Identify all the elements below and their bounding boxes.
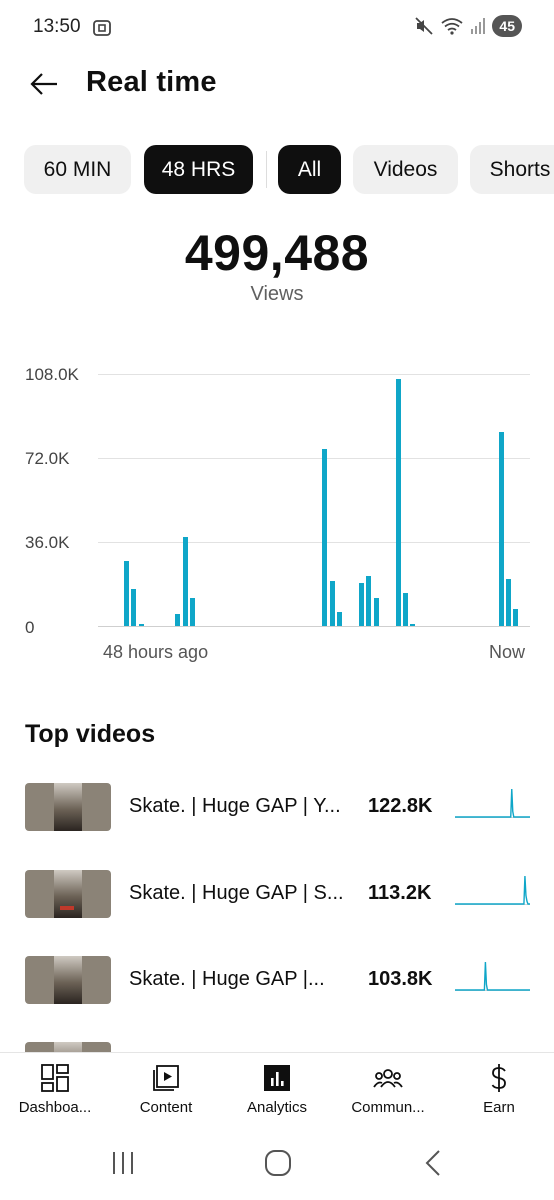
chip-all[interactable]: All [278, 145, 341, 194]
video-views: 122.8K [368, 795, 433, 817]
nav-dashboard[interactable]: Dashboa... [0, 1053, 110, 1129]
top-videos-title: Top videos [25, 720, 156, 748]
chart-bar [373, 598, 379, 626]
video-sparkline [455, 788, 530, 818]
y-tick-label: 72.0K [25, 449, 70, 468]
video-title: Skate. | Huge GAP | Y... [129, 795, 341, 817]
nav-label: Commun... [351, 1099, 425, 1116]
chart-bar [505, 579, 511, 626]
bottom-navigation: Dashboa... Content Analytics Commun... E… [0, 1052, 554, 1128]
back-nav-icon[interactable] [413, 1148, 453, 1178]
chart-bar [513, 608, 519, 626]
chart-bar [395, 378, 401, 626]
chart-bar [366, 575, 372, 626]
video-views: 103.8K [368, 968, 433, 990]
chart-bar [410, 624, 416, 626]
chart-bar [190, 598, 196, 626]
home-icon[interactable] [258, 1148, 298, 1178]
total-views-value: 499,488 [184, 225, 370, 281]
nav-earn[interactable]: Earn [444, 1053, 554, 1129]
total-views-label: Views [250, 283, 304, 305]
video-row[interactable]: Skate. | Huge GAP |... 103.8K [0, 952, 554, 1012]
grid-line [98, 542, 530, 543]
chip-60-min[interactable]: 60 MIN [24, 145, 131, 194]
grid-line [98, 374, 530, 375]
video-thumbnail [25, 1042, 111, 1052]
chart-bar [322, 448, 328, 626]
chart-bar [182, 537, 188, 626]
video-sparkline [455, 875, 530, 905]
chart-bar [329, 580, 335, 626]
chart-bar [131, 588, 137, 626]
chip-48-hrs[interactable]: 48 HRS [144, 145, 253, 194]
video-views: 113.2K [368, 882, 432, 904]
chip-divider [266, 151, 267, 188]
dashboard-icon [41, 1064, 69, 1092]
nav-label: Analytics [246, 1099, 308, 1116]
content-icon [153, 1065, 179, 1091]
chart-bar [175, 614, 181, 626]
x-axis-line [98, 626, 530, 627]
filter-chips: 60 MIN 48 HRS All Videos Shorts [24, 145, 554, 194]
community-icon [373, 1069, 403, 1088]
recent-apps-icon[interactable] [103, 1148, 143, 1178]
system-navigation-bar [0, 1128, 554, 1200]
nav-label: Content [139, 1099, 193, 1116]
video-thumbnail [25, 870, 111, 918]
chart-bar [498, 432, 504, 626]
back-arrow-icon[interactable] [28, 68, 60, 100]
status-bar: 13:50 45 [0, 0, 554, 56]
chart-bar [138, 623, 144, 626]
grid-line [98, 458, 530, 459]
video-thumbnail [25, 783, 111, 831]
chip-videos[interactable]: Videos [353, 145, 458, 194]
video-row[interactable]: Skate. | Huge GAP | S... 113.2K [0, 866, 554, 926]
chart-bar [359, 582, 365, 626]
nav-content[interactable]: Content [111, 1053, 221, 1129]
views-bar-chart: 108.0K 72.0K 36.0K 0 48 hours ago Now [0, 350, 554, 680]
y-tick-label: 0 [25, 618, 35, 637]
video-thumbnail [25, 956, 111, 1004]
nav-community[interactable]: Commun... [333, 1053, 443, 1129]
sparkline-path [455, 788, 530, 818]
chart-bar [124, 560, 130, 626]
chart-bar [403, 593, 409, 626]
page-title: Real time [86, 66, 217, 98]
video-title: Skate. | Huge GAP | S... [129, 882, 344, 904]
analytics-icon [264, 1065, 290, 1091]
chip-shorts[interactable]: Shorts [470, 145, 554, 194]
video-row-partial[interactable] [0, 1038, 554, 1052]
x-end-label: Now [489, 642, 526, 662]
mute-icon [415, 17, 434, 35]
status-icons: 45 [414, 15, 522, 37]
nav-analytics[interactable]: Analytics [222, 1053, 332, 1129]
nav-label: Earn [483, 1099, 515, 1116]
y-tick-label: 108.0K [25, 365, 79, 384]
chart-bar [337, 612, 343, 626]
video-sparkline [455, 961, 530, 991]
video-row[interactable]: Skate. | Huge GAP | Y... 122.8K [0, 779, 554, 839]
earn-icon [491, 1064, 506, 1092]
app-header: Real time [0, 56, 554, 116]
y-tick-label: 36.0K [25, 533, 70, 552]
signal-icon [471, 18, 486, 34]
nav-label: Dashboa... [18, 1099, 92, 1116]
video-title: Skate. | Huge GAP |... [129, 968, 325, 990]
status-time: 13:50 [33, 16, 81, 37]
screenshot-icon [93, 20, 111, 36]
sparkline-path [455, 961, 530, 991]
x-start-label: 48 hours ago [103, 642, 209, 662]
sparkline-path [455, 875, 530, 905]
wifi-icon [441, 18, 463, 35]
battery-badge: 45 [492, 15, 522, 37]
